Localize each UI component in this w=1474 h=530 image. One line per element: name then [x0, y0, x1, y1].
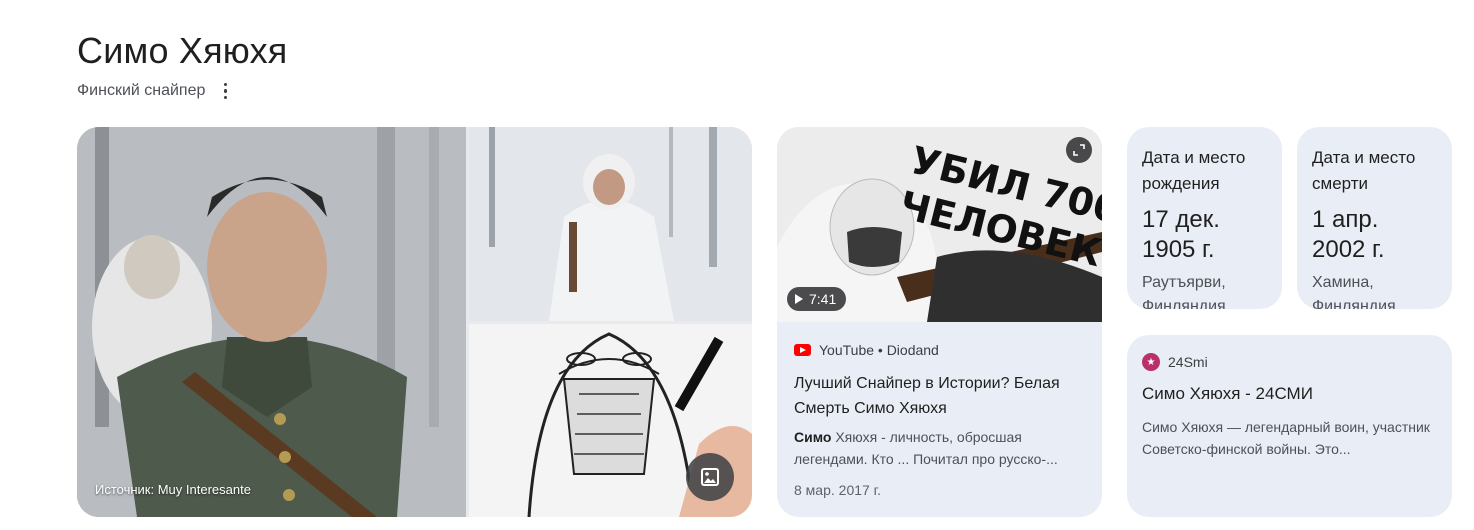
duration-text: 7:41 — [809, 291, 837, 307]
birth-fact-card[interactable]: Дата и место рождения 17 дек. 1905 г. Ра… — [1127, 127, 1282, 309]
more-options-icon[interactable] — [215, 80, 235, 102]
fact-label: Дата и место рождения — [1142, 148, 1246, 193]
video-snippet: Симо Хяюхя - личность, обросшая легендам… — [794, 429, 1058, 467]
fact-label: Дата и место смерти — [1312, 148, 1416, 193]
news-card[interactable]: ★ 24Smi Симо Хяюхя - 24СМИ Симо Хяюхя — … — [1127, 335, 1452, 517]
drawing-photo[interactable] — [469, 324, 752, 517]
youtube-icon — [794, 344, 811, 356]
24smi-favicon-icon: ★ — [1142, 353, 1160, 371]
video-title[interactable]: Лучший Снайпер в Истории? Белая Смерть С… — [794, 371, 1089, 421]
video-card[interactable]: УБИЛ 700 ЧЕЛОВЕК 7:41 YouTube • Diodand … — [777, 127, 1102, 517]
image-gallery-icon[interactable] — [686, 453, 734, 501]
video-source: YouTube • Diodand — [794, 342, 939, 358]
image-source-caption[interactable]: Источник: Muy Interesante — [95, 482, 251, 497]
image-mosaic: Источник: Muy Interesante — [77, 127, 752, 517]
news-snippet: Симо Хяюхя — легендарный воин, участник … — [1142, 419, 1430, 457]
entity-subtitle: Финский снайпер — [77, 82, 206, 99]
death-fact-card[interactable]: Дата и место смерти 1 апр. 2002 г. Хамин… — [1297, 127, 1452, 309]
portrait-illustration — [77, 127, 466, 517]
fact-value: 1 апр. 2002 г. — [1312, 206, 1385, 263]
play-icon — [795, 294, 803, 304]
entity-title: Симо Хяюхя — [77, 30, 288, 71]
news-title[interactable]: Симо Хяюхя - 24СМИ — [1142, 382, 1436, 406]
news-source: ★ 24Smi — [1142, 353, 1436, 371]
winter-soldier-photo[interactable] — [469, 127, 752, 321]
fact-value: 17 дек. 1905 г. — [1142, 206, 1220, 263]
video-duration-badge: 7:41 — [787, 287, 847, 311]
news-source-text: 24Smi — [1168, 354, 1208, 370]
fact-place: Хамина, Финляндия — [1312, 274, 1396, 309]
subtitle-row: Финский снайпер — [77, 80, 235, 102]
portrait-photo[interactable]: Источник: Muy Interesante — [77, 127, 466, 517]
video-thumbnail[interactable]: УБИЛ 700 ЧЕЛОВЕК 7:41 — [777, 127, 1102, 322]
expand-icon[interactable] — [1066, 137, 1092, 163]
winter-illustration — [469, 127, 752, 321]
fact-place: Раутъярви, Финляндия — [1142, 274, 1226, 309]
video-date: 8 мар. 2017 г. — [794, 482, 881, 498]
video-source-text: YouTube • Diodand — [819, 342, 939, 358]
